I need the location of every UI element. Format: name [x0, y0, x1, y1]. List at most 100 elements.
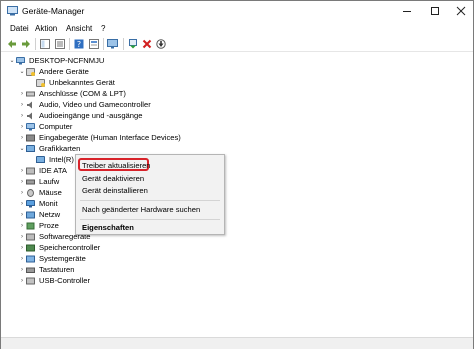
- expand-arrow-icon[interactable]: ›: [18, 121, 26, 132]
- system-device-icon: [26, 255, 35, 262]
- tree-maeuse[interactable]: › Mäuse: [18, 187, 62, 198]
- tree-speichercontroller[interactable]: › Speichercontroller: [18, 242, 100, 253]
- mouse-icon: [27, 188, 34, 197]
- disk-drive-icon: [26, 179, 35, 184]
- update-driver-button[interactable]: [127, 38, 139, 50]
- tree-grafikkarten[interactable]: ⌄ Grafikkarten: [18, 143, 80, 154]
- tree-systemgeraete[interactable]: › Systemgeräte: [18, 253, 86, 264]
- expand-arrow-icon[interactable]: ›: [18, 275, 26, 286]
- properties-button[interactable]: [88, 38, 100, 50]
- close-button[interactable]: [447, 1, 474, 21]
- keyboard-icon: [26, 267, 35, 273]
- usb-icon: [26, 277, 35, 284]
- context-menu: Treiber aktualisieren Gerät deaktivieren…: [75, 154, 225, 235]
- menu-help[interactable]: ?: [101, 24, 105, 33]
- tree-andere-geraete[interactable]: ⌄ Andere Geräte: [18, 66, 88, 77]
- forward-arrow-icon: [22, 40, 30, 48]
- collapse-arrow-icon[interactable]: ⌄: [18, 143, 26, 154]
- close-icon: [456, 6, 466, 16]
- menu-aktion[interactable]: Aktion: [35, 24, 57, 33]
- expand-arrow-icon[interactable]: ›: [18, 242, 26, 253]
- collapse-arrow-icon[interactable]: ⌄: [18, 66, 26, 77]
- tree-anschluesse[interactable]: › Anschlüsse (COM & LPT): [18, 88, 126, 99]
- context-separator: [80, 200, 220, 201]
- device-manager-app-icon: [7, 6, 18, 16]
- expand-arrow-icon[interactable]: ›: [18, 187, 26, 198]
- computer-icon: [16, 56, 25, 64]
- help-icon: ?: [74, 39, 84, 49]
- tree-prozessoren[interactable]: › Proze: [18, 220, 59, 231]
- status-bar: [1, 337, 473, 349]
- device-manager-window: Geräte-Manager Datei Aktion Ansicht ? ? …: [0, 0, 474, 349]
- tree-tastaturen[interactable]: › Tastaturen: [18, 264, 74, 275]
- expand-arrow-icon[interactable]: ›: [18, 253, 26, 264]
- menu-datei[interactable]: Datei: [10, 24, 29, 33]
- red-x-icon: [142, 39, 152, 49]
- expand-arrow-icon[interactable]: ›: [18, 132, 26, 143]
- update-driver-icon: [129, 39, 137, 49]
- expand-arrow-icon[interactable]: ›: [18, 220, 26, 231]
- device-tree: ⌄ DESKTOP-NCFNMJU ⌄ Andere Geräte Unbeka…: [2, 53, 473, 336]
- tree-audio-io[interactable]: › Audioeingänge und -ausgänge: [18, 110, 142, 121]
- tree-usb-controller[interactable]: › USB-Controller: [18, 275, 90, 286]
- computer-icon: [26, 122, 35, 130]
- tree-laufwerke[interactable]: › Laufw: [18, 176, 59, 187]
- expand-arrow-icon[interactable]: ›: [18, 110, 26, 121]
- port-icon: [26, 91, 35, 96]
- toolbar: ?: [1, 36, 473, 52]
- software-device-icon: [26, 233, 35, 240]
- svg-text:?: ?: [77, 40, 81, 49]
- context-separator: [80, 219, 220, 220]
- expand-arrow-icon[interactable]: ›: [18, 264, 26, 275]
- storage-controller-icon: [26, 244, 35, 251]
- network-adapter-icon: [26, 211, 35, 218]
- window-title: Geräte-Manager: [22, 6, 85, 16]
- tree-monitore[interactable]: › Monit: [18, 198, 58, 209]
- download-circle-icon: [156, 39, 166, 49]
- tree-netzwerk[interactable]: › Netzw: [18, 209, 60, 220]
- tree-ide-ata[interactable]: › IDE ATA: [18, 165, 67, 176]
- context-scan-hardware[interactable]: Nach geänderter Hardware suchen: [82, 204, 200, 216]
- uninstall-button[interactable]: [141, 38, 153, 50]
- help-button[interactable]: ?: [73, 38, 85, 50]
- expand-arrow-icon[interactable]: ›: [18, 99, 26, 110]
- expand-arrow-icon[interactable]: ›: [18, 198, 26, 209]
- forward-button[interactable]: [20, 38, 32, 50]
- maximize-icon: [431, 7, 439, 15]
- unknown-device-icon: [36, 78, 45, 87]
- collapse-arrow-icon[interactable]: ⌄: [8, 55, 16, 66]
- back-arrow-icon: [8, 40, 16, 48]
- tree-unbekanntes-geraet[interactable]: Unbekanntes Gerät: [36, 77, 115, 88]
- expand-arrow-icon[interactable]: ›: [18, 88, 26, 99]
- title-bar: Geräte-Manager: [1, 1, 473, 21]
- warning-device-icon: [26, 67, 35, 76]
- expand-arrow-icon[interactable]: ›: [18, 209, 26, 220]
- context-disable-device[interactable]: Gerät deaktivieren: [82, 173, 144, 185]
- menu-ansicht[interactable]: Ansicht: [66, 24, 92, 33]
- minimize-icon: [403, 11, 411, 12]
- menu-bar: Datei Aktion Ansicht ?: [1, 22, 473, 36]
- expand-arrow-icon[interactable]: ›: [18, 231, 26, 242]
- context-properties[interactable]: Eigenschaften: [82, 222, 134, 234]
- back-button[interactable]: [6, 38, 18, 50]
- expand-arrow-icon[interactable]: ›: [18, 165, 26, 176]
- maximize-button[interactable]: [421, 1, 449, 21]
- view-button[interactable]: [54, 38, 66, 50]
- enable-device-button[interactable]: [155, 38, 167, 50]
- expand-arrow-icon[interactable]: ›: [18, 176, 26, 187]
- tree-computer[interactable]: › Computer: [18, 121, 72, 132]
- scan-hardware-button[interactable]: [107, 38, 119, 50]
- context-update-driver[interactable]: Treiber aktualisieren: [82, 160, 151, 172]
- processor-icon: [26, 222, 35, 229]
- tree-audio-video[interactable]: › Audio, Video und Gamecontroller: [18, 99, 151, 110]
- tree-root[interactable]: ⌄ DESKTOP-NCFNMJU: [8, 55, 104, 66]
- ide-icon: [26, 167, 35, 174]
- list-view-icon: [55, 39, 65, 49]
- show-hide-tree-button[interactable]: [39, 38, 51, 50]
- minimize-button[interactable]: [393, 1, 421, 21]
- display-adapter-icon: [36, 155, 45, 163]
- tree-hid[interactable]: › Eingabegeräte (Human Interface Devices…: [18, 132, 181, 143]
- context-uninstall-device[interactable]: Gerät deinstallieren: [82, 185, 148, 197]
- display-adapter-icon: [26, 144, 35, 152]
- monitor-icon: [26, 199, 35, 207]
